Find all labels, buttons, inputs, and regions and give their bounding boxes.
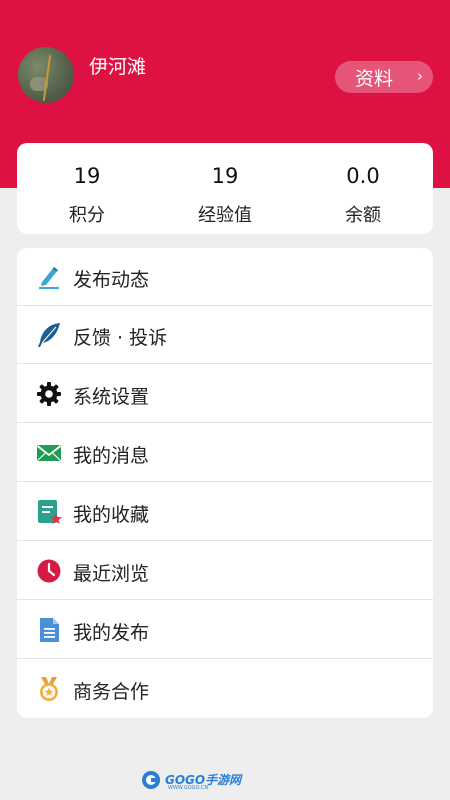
envelope-icon [36,445,62,461]
menu-item-publish-post[interactable]: 发布动态 [17,248,433,306]
watermark-logo-icon [142,771,160,789]
document-icon [40,618,59,642]
stat-label: 余额 [345,205,381,226]
menu-list: 发布动态 反馈 · 投诉 系统设置 我的消息 我的收藏 最近浏览 我的发布 商务… [17,248,433,718]
stats-card: 19 积分 19 经验值 0.0 余额 [17,143,433,234]
menu-item-messages[interactable]: 我的消息 [17,424,433,482]
stat-experience[interactable]: 19 经验值 [155,143,295,234]
stat-label: 积分 [69,205,105,226]
menu-item-label: 最近浏览 [73,563,150,585]
stat-value: 19 [73,164,101,188]
avatar[interactable] [18,47,74,103]
profile-button-label: 资料 [355,67,394,90]
stat-balance[interactable]: 0.0 余额 [293,143,433,234]
menu-item-recent[interactable]: 最近浏览 [17,542,433,600]
menu-item-feedback[interactable]: 反馈 · 投诉 [17,306,433,364]
menu-item-label: 系统设置 [73,386,150,408]
menu-item-label: 商务合作 [73,681,150,703]
pen-icon [39,267,59,289]
gear-icon [37,382,61,406]
stat-value: 19 [211,164,239,188]
quill-feather-icon [38,323,60,347]
menu-item-business[interactable]: 商务合作 [17,660,433,718]
chevron-right-icon: › [417,67,423,85]
profile-button[interactable]: 资料 › [335,61,433,93]
menu-item-label: 发布动态 [73,269,150,291]
menu-item-label: 我的发布 [73,622,150,644]
menu-item-label: 我的收藏 [73,504,150,526]
menu-item-label: 反馈 · 投诉 [73,327,168,349]
watermark-sub: WWW.GOGO.CN [168,785,209,791]
stat-label: 经验值 [198,205,252,226]
menu-item-label: 我的消息 [73,445,150,467]
medal-icon [40,677,58,701]
stat-value: 0.0 [346,164,380,188]
menu-item-my-posts[interactable]: 我的发布 [17,601,433,659]
menu-item-favorites[interactable]: 我的收藏 [17,483,433,541]
site-watermark: GOGO手游网 WWW.GOGO.CN [141,769,261,791]
stat-points[interactable]: 19 积分 [17,143,157,234]
username: 伊河滩 [89,56,147,78]
bookmark-star-icon [38,500,62,524]
menu-item-settings[interactable]: 系统设置 [17,365,433,423]
clock-icon [37,559,61,583]
